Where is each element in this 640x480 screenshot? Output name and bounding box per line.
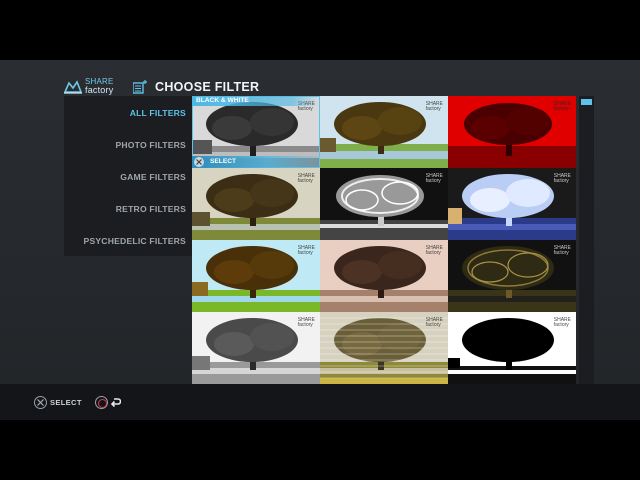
share-factory-logo: SHARE factory	[63, 77, 123, 97]
selected-filter-name: BLACK & WHITE	[192, 96, 318, 106]
select-action-label: SELECT	[210, 158, 237, 165]
filter-tile-6[interactable]: SHARE factory	[448, 168, 576, 240]
footer-select-label: SELECT	[50, 398, 82, 407]
share-factory-screen: SHARE factory CHOOSE FILTER ALL FILTERS …	[0, 60, 640, 420]
circle-button-icon	[95, 396, 108, 409]
tile-watermark-2: factory	[425, 178, 441, 184]
tile-watermark-2: factory	[425, 322, 441, 328]
filter-tile-3[interactable]: SHARE factory	[448, 96, 576, 168]
back-arrow-icon	[110, 398, 121, 408]
tile-watermark-2: factory	[553, 178, 569, 184]
scrollbar-thumb[interactable]	[581, 99, 592, 105]
share-factory-logo-icon	[63, 80, 83, 94]
tile-watermark-2: factory	[297, 250, 313, 256]
tile-watermark-2: factory	[297, 322, 313, 328]
filter-tile-4[interactable]: SHARE factory	[192, 168, 320, 240]
sidebar-item-psychedelic-filters[interactable]: PSYCHEDELIC FILTERS	[84, 236, 186, 246]
sidebar-item-game-filters[interactable]: GAME FILTERS	[120, 172, 186, 182]
filter-grid: SHAREfactory BLACK & WHITE SELECT SHAREf…	[192, 96, 576, 384]
filter-tile-black-and-white[interactable]: SHAREfactory BLACK & WHITE SELECT	[192, 96, 320, 168]
filter-tile-8[interactable]: SHARE factory	[320, 240, 448, 312]
filter-tile-5[interactable]: SHARE factory	[320, 168, 448, 240]
filter-tile-12[interactable]: SHARE factory	[448, 312, 576, 384]
filter-tile-10[interactable]: SHARE factory	[192, 312, 320, 384]
filter-tile-7[interactable]: SHARE factory	[192, 240, 320, 312]
tile-watermark-2: factory	[553, 106, 569, 112]
sidebar-item-all-filters[interactable]: ALL FILTERS	[130, 108, 186, 118]
select-action-bar[interactable]: SELECT	[192, 156, 318, 168]
sidebar-item-photo-filters[interactable]: PHOTO FILTERS	[115, 140, 186, 150]
cross-button-icon	[34, 396, 47, 409]
cross-button-icon	[194, 157, 204, 167]
filter-tile-9[interactable]: SHARE factory	[448, 240, 576, 312]
filter-tile-11[interactable]: SHARE factory	[320, 312, 448, 384]
sidebar-item-retro-filters[interactable]: RETRO FILTERS	[116, 204, 186, 214]
button-hint-bar: SELECT	[0, 384, 640, 420]
tile-watermark-2: factory	[425, 106, 441, 112]
filter-list-icon	[133, 80, 147, 94]
filter-tile-2[interactable]: SHARE factory	[320, 96, 448, 168]
logo-line2: factory	[85, 85, 114, 95]
tile-watermark-2: factory	[297, 106, 313, 112]
tile-watermark-2: factory	[553, 250, 569, 256]
tile-watermark-2: factory	[297, 178, 313, 184]
filter-category-sidebar: ALL FILTERS PHOTO FILTERS GAME FILTERS R…	[64, 96, 192, 256]
page-title: CHOOSE FILTER	[155, 80, 260, 94]
tile-watermark-2: factory	[553, 322, 569, 328]
tile-watermark-2: factory	[425, 250, 441, 256]
grid-scrollbar[interactable]	[579, 96, 594, 384]
